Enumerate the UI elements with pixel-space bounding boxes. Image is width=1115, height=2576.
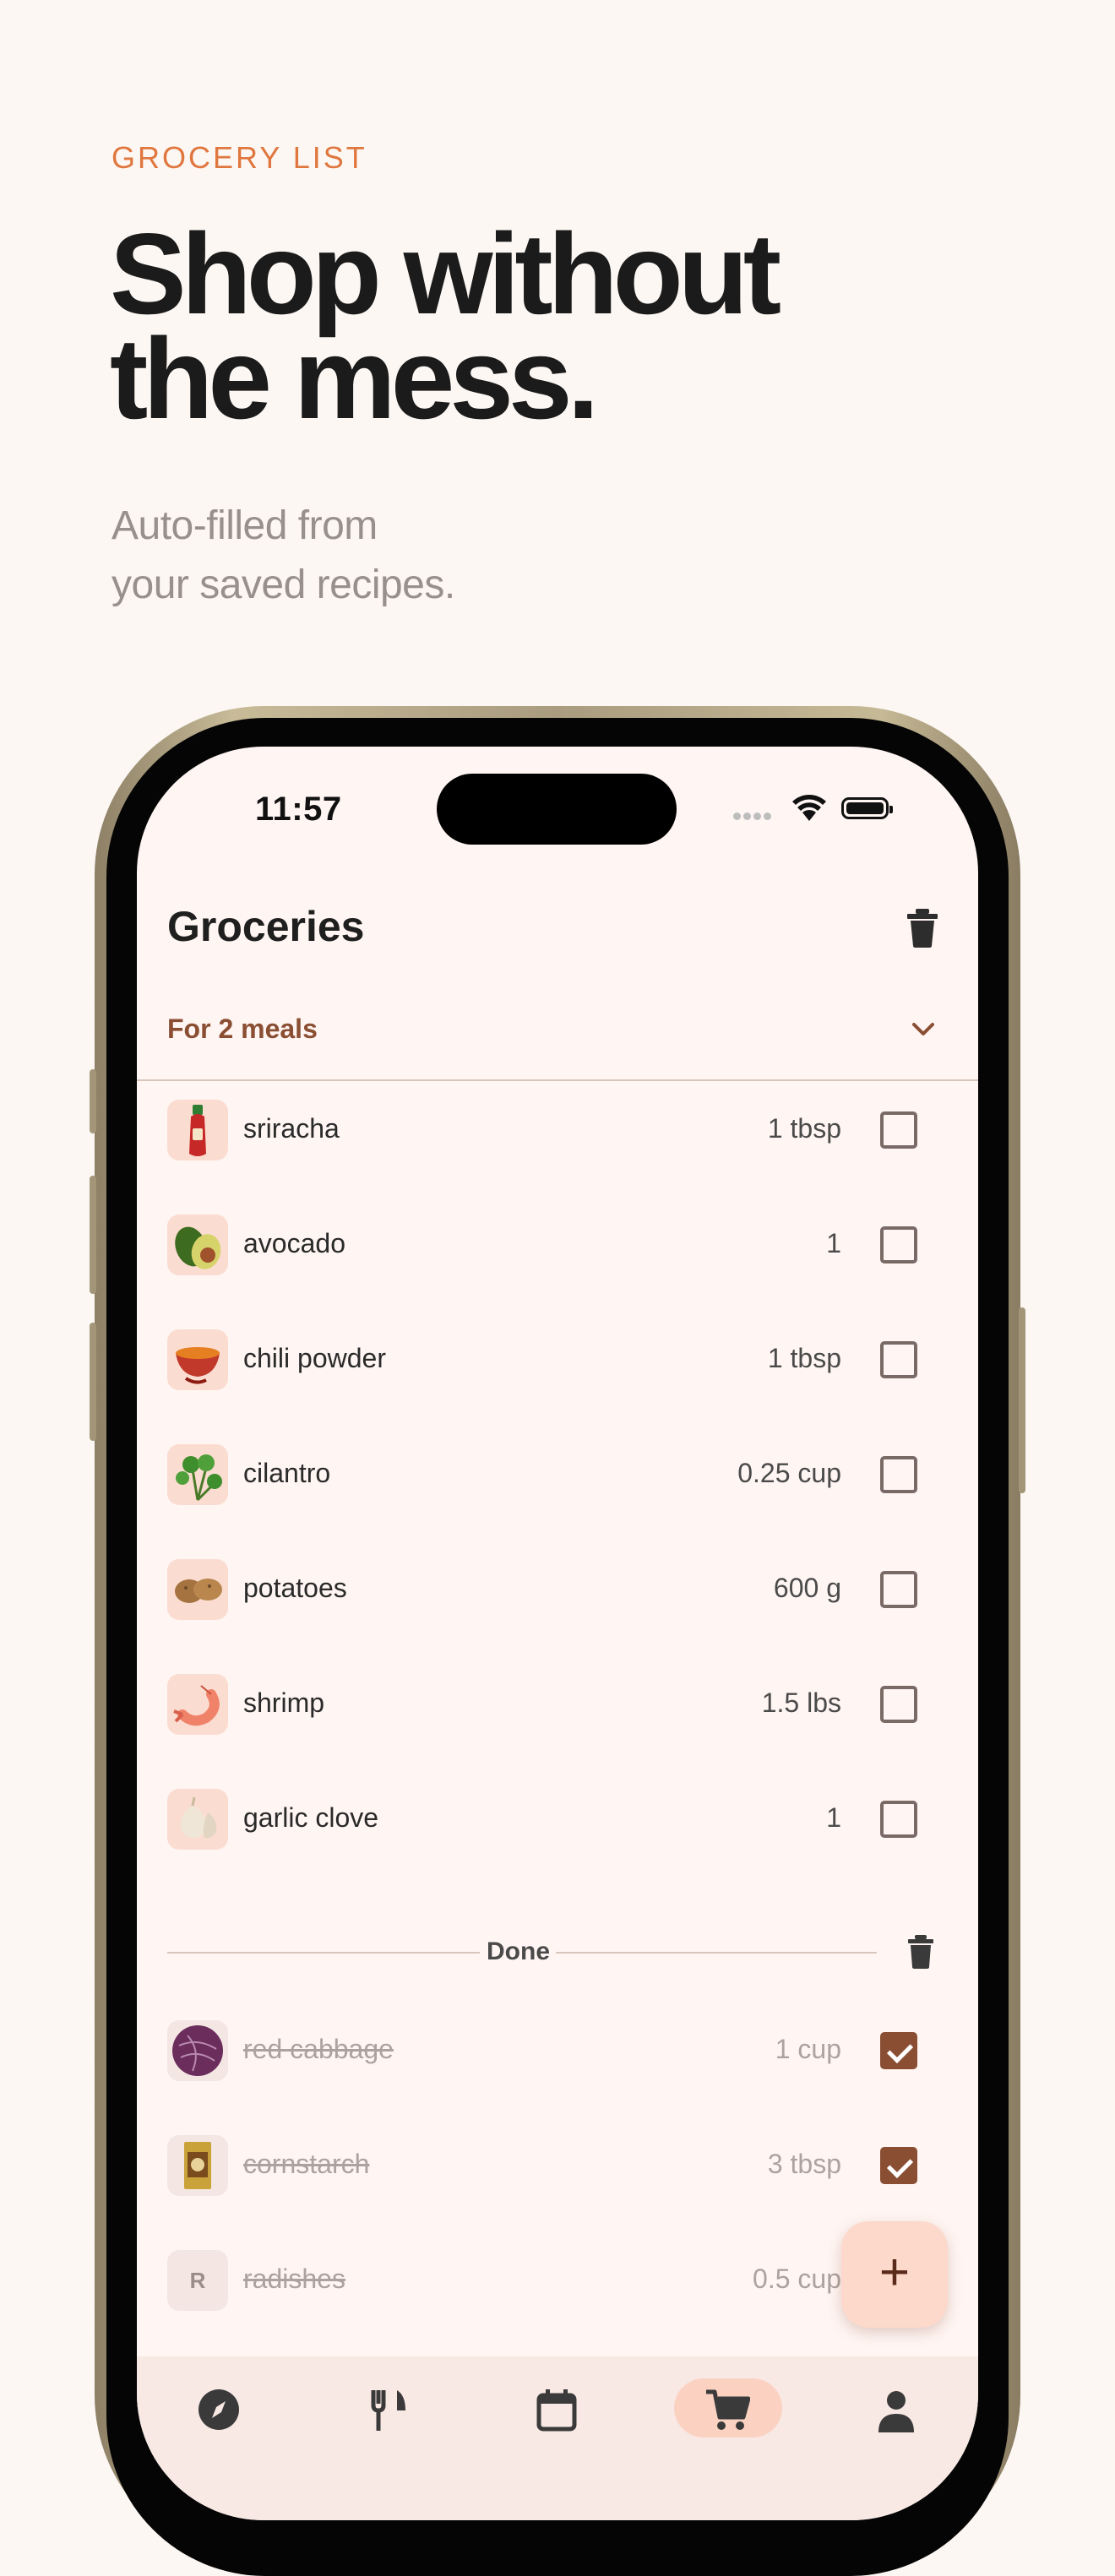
status-time: 11:57 bbox=[255, 791, 342, 828]
item-qty: 1 tbsp bbox=[767, 1113, 841, 1144]
cart-icon[interactable] bbox=[704, 2387, 750, 2432]
shrimp-icon bbox=[167, 1674, 228, 1735]
item-name: radishes bbox=[243, 2264, 345, 2294]
divider bbox=[137, 1079, 978, 1081]
clear-done-trash-icon[interactable] bbox=[906, 1934, 936, 1970]
item-checkbox[interactable] bbox=[880, 1801, 917, 1838]
status-icons bbox=[733, 792, 902, 826]
wifi-icon bbox=[792, 795, 826, 821]
promo-subline-line2: your saved recipes. bbox=[112, 562, 455, 607]
signal-dot-icon bbox=[733, 812, 741, 820]
promo-kicker: GROCERY LIST bbox=[112, 140, 367, 175]
divider bbox=[556, 1952, 877, 1954]
item-checkbox-checked[interactable] bbox=[880, 2147, 917, 2184]
item-checkbox[interactable] bbox=[880, 1456, 917, 1493]
avocado-icon bbox=[167, 1215, 228, 1275]
list-item-done[interactable]: cornstarch 3 tbsp bbox=[137, 2120, 978, 2213]
promo-headline: Shop without the mess. bbox=[110, 216, 1039, 436]
item-name: avocado bbox=[243, 1228, 345, 1258]
battery-icon bbox=[841, 797, 893, 819]
item-checkbox[interactable] bbox=[880, 1341, 917, 1378]
done-label: Done bbox=[487, 1937, 550, 1965]
dynamic-island bbox=[437, 774, 677, 845]
cilantro-icon bbox=[167, 1444, 228, 1505]
person-icon[interactable] bbox=[873, 2387, 919, 2432]
item-qty: 1 bbox=[826, 1802, 841, 1833]
chevron-down-icon[interactable] bbox=[909, 1015, 938, 1044]
list-item[interactable]: cilantro 0.25 cup bbox=[137, 1429, 978, 1522]
list-item[interactable]: garlic clove 1 bbox=[137, 1774, 978, 1867]
list-item[interactable]: potatoes 600 g bbox=[137, 1544, 978, 1637]
item-name: garlic clove bbox=[243, 1802, 379, 1833]
cornstarch-box-icon bbox=[167, 2135, 228, 2196]
item-letter-avatar: R bbox=[167, 2250, 228, 2311]
item-qty: 1 tbsp bbox=[767, 1343, 841, 1373]
item-name: cilantro bbox=[243, 1458, 331, 1488]
compass-icon[interactable] bbox=[196, 2387, 242, 2432]
item-qty: 600 g bbox=[773, 1573, 841, 1603]
trash-icon[interactable] bbox=[904, 907, 941, 949]
promo-subline: Auto-filled from your saved recipes. bbox=[112, 497, 703, 615]
divider bbox=[167, 1952, 480, 1954]
page-title: Groceries bbox=[167, 903, 365, 950]
garlic-icon bbox=[167, 1789, 228, 1850]
add-item-button[interactable]: + bbox=[841, 2221, 948, 2328]
phone-volume-up-button bbox=[90, 1176, 96, 1294]
item-qty: 0.25 cup bbox=[737, 1458, 841, 1488]
fork-knife-icon[interactable] bbox=[365, 2387, 411, 2432]
list-item[interactable]: avocado 1 bbox=[137, 1199, 978, 1292]
list-item[interactable]: chili powder 1 tbsp bbox=[137, 1314, 978, 1407]
calendar-icon[interactable] bbox=[534, 2387, 579, 2432]
item-checkbox[interactable] bbox=[880, 1686, 917, 1723]
list-item[interactable]: shrimp 1.5 lbs bbox=[137, 1659, 978, 1752]
item-qty: 3 tbsp bbox=[767, 2149, 841, 2179]
phone-screen: 11:57 Groceries For 2 meals sriracha 1 t… bbox=[137, 747, 978, 2520]
item-name: potatoes bbox=[243, 1573, 347, 1603]
meals-filter-label[interactable]: For 2 meals bbox=[167, 1014, 318, 1045]
done-section-header: Done bbox=[167, 1929, 951, 1976]
item-name: red cabbage bbox=[243, 2034, 394, 2064]
bottom-nav bbox=[137, 2356, 978, 2520]
potatoes-icon bbox=[167, 1559, 228, 1620]
item-qty: 0.5 cup bbox=[753, 2264, 841, 2294]
item-name: chili powder bbox=[243, 1343, 386, 1373]
phone-volume-down-button bbox=[90, 1323, 96, 1441]
promo-subline-line1: Auto-filled from bbox=[112, 503, 378, 548]
signal-dot-icon bbox=[743, 812, 751, 820]
item-checkbox-checked[interactable] bbox=[880, 2032, 917, 2069]
item-name: cornstarch bbox=[243, 2149, 370, 2179]
list-item-done[interactable]: red cabbage 1 cup bbox=[137, 2005, 978, 2098]
phone-power-button bbox=[1019, 1307, 1025, 1493]
item-qty: 1 bbox=[826, 1228, 841, 1258]
item-qty: 1.5 lbs bbox=[761, 1687, 841, 1718]
chili-powder-bowl-icon bbox=[167, 1329, 228, 1390]
list-item[interactable]: sriracha 1 tbsp bbox=[137, 1084, 978, 1177]
item-name: shrimp bbox=[243, 1687, 325, 1718]
item-qty: 1 cup bbox=[775, 2034, 841, 2064]
sriracha-bottle-icon bbox=[167, 1100, 228, 1160]
item-checkbox[interactable] bbox=[880, 1226, 917, 1264]
signal-dot-icon bbox=[753, 812, 761, 820]
item-checkbox[interactable] bbox=[880, 1571, 917, 1608]
red-cabbage-icon bbox=[167, 2020, 228, 2081]
phone-action-button bbox=[90, 1069, 96, 1133]
item-checkbox[interactable] bbox=[880, 1111, 917, 1149]
item-name: sriracha bbox=[243, 1113, 340, 1144]
signal-dot-icon bbox=[764, 812, 771, 820]
promo-headline-line2: the mess. bbox=[110, 314, 599, 443]
